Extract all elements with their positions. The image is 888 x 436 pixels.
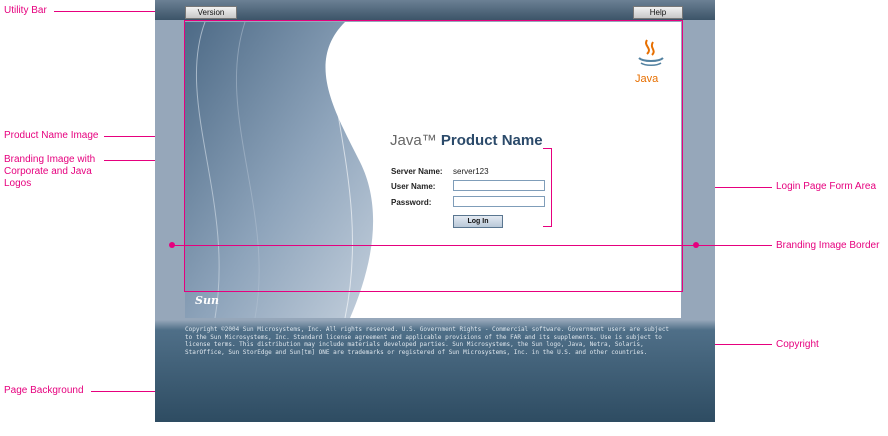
login-button[interactable]: Log In [453,215,503,228]
utility-bar: Version Help [155,0,715,20]
callout-utility-bar: Utility Bar [4,5,47,16]
server-name-label: Server Name: [391,167,443,176]
branding-border-dot-right [693,242,699,248]
product-name-image: Java™ Product Name [390,132,543,149]
help-button[interactable]: Help [633,6,683,19]
callout-product-name: Product Name Image [4,130,99,141]
user-name-input[interactable] [453,180,545,191]
password-label: Password: [391,198,432,207]
version-button[interactable]: Version [185,6,237,19]
sun-logo: Sun [195,294,219,307]
login-form-area-bracket [543,148,552,227]
product-name-text: Product Name [440,132,543,149]
callout-branding-border: Branding Image Border [776,240,880,251]
copyright-text: Copyright ©2004 Sun Microsystems, Inc. A… [185,326,670,356]
password-input[interactable] [453,196,545,207]
java-logo-text: Java [635,73,659,85]
page-background: Version Help Java Sun Java™ Product Name… [155,0,715,422]
branding-panel: Java Sun Java™ Product Name Server Name:… [185,22,681,318]
callout-branding-image: Branding Image with Corporate and Java L… [4,154,96,189]
java-logo: Java [635,39,664,85]
user-name-label: User Name: [391,182,436,191]
callout-line-branding-border [696,245,772,246]
branding-border-line [172,245,696,246]
callout-page-background: Page Background [4,385,84,396]
branding-border-dot-left [169,242,175,248]
callout-login-form: Login Page Form Area [776,181,877,192]
server-name-value: server123 [453,167,489,176]
callout-copyright: Copyright [776,339,819,350]
product-java-text: Java™ [390,132,437,149]
